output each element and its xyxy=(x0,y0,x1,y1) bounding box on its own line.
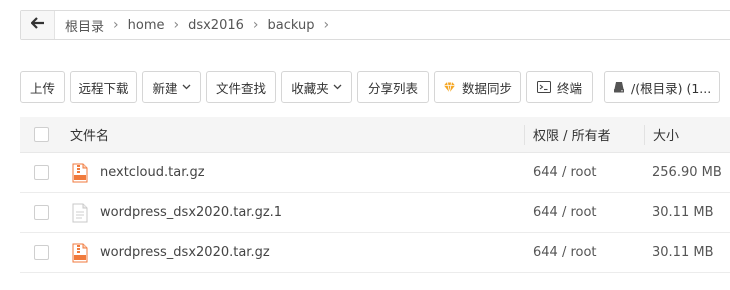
hard-drive-icon xyxy=(613,81,625,93)
row-checkbox[interactable] xyxy=(33,245,49,260)
remote-download-button[interactable]: 远程下载 xyxy=(70,71,137,103)
column-header-size[interactable]: 大小 xyxy=(644,124,730,145)
chevron-down-icon xyxy=(333,84,342,90)
file-permission[interactable]: 644 / root xyxy=(524,165,644,180)
breadcrumb-dsx2016[interactable]: dsx2016 xyxy=(188,18,244,33)
remote-download-label: 远程下载 xyxy=(78,80,129,96)
terminal-button[interactable]: 终端 xyxy=(526,71,593,103)
table-row[interactable]: wordpress_dsx2020.tar.gz.1 644 / root 30… xyxy=(20,193,730,233)
archive-icon xyxy=(72,243,88,263)
row-checkbox[interactable] xyxy=(33,165,49,180)
table-row[interactable]: wordpress_dsx2020.tar.gz 644 / root 30.1… xyxy=(20,233,730,273)
table-header: 文件名 权限 / 所有者 大小 xyxy=(20,117,730,153)
share-list-label: 分享列表 xyxy=(367,80,418,96)
file-search-label: 文件查找 xyxy=(215,80,266,96)
data-sync-label: 数据同步 xyxy=(462,80,513,96)
row-checkbox-cell xyxy=(20,165,62,180)
file-name[interactable]: wordpress_dsx2020.tar.gz xyxy=(100,245,270,260)
chevron-right-icon: › xyxy=(252,17,259,33)
arrow-left-icon xyxy=(30,17,45,33)
file-permission[interactable]: 644 / root xyxy=(524,245,644,260)
archive-icon xyxy=(72,163,88,183)
row-checkbox[interactable] xyxy=(33,205,49,220)
diamond-icon xyxy=(443,81,456,93)
breadcrumb-root[interactable]: 根目录 xyxy=(65,16,104,35)
chevron-down-icon xyxy=(182,84,191,90)
disk-label: /(根目录) (1... xyxy=(631,80,712,96)
chevron-right-icon: › xyxy=(323,17,330,33)
file-name[interactable]: wordpress_dsx2020.tar.gz.1 xyxy=(100,205,282,220)
toolbar: 上传 远程下载 新建 文件查找 收藏夹 分享列表 数据同步 终端 /(根目录) … xyxy=(20,71,725,103)
breadcrumb-backup[interactable]: backup xyxy=(268,18,315,33)
chevron-right-icon: › xyxy=(173,17,180,33)
file-size: 256.90 MB xyxy=(652,165,722,180)
path-bar: 根目录 › home › dsx2016 › backup › xyxy=(20,10,730,40)
table-row[interactable]: nextcloud.tar.gz 644 / root 256.90 MB xyxy=(20,153,730,193)
file-icon xyxy=(72,203,88,223)
select-all-cell xyxy=(20,127,62,142)
column-header-permission[interactable]: 权限 / 所有者 xyxy=(524,124,644,145)
row-checkbox-cell xyxy=(20,205,62,220)
disk-selector-button[interactable]: /(根目录) (1... xyxy=(604,71,720,103)
chevron-right-icon: › xyxy=(113,17,119,33)
file-table: 文件名 权限 / 所有者 大小 nextcloud.tar.gz 644 / r… xyxy=(20,117,730,273)
share-list-button[interactable]: 分享列表 xyxy=(357,71,429,103)
select-all-checkbox[interactable] xyxy=(33,127,49,142)
breadcrumb: 根目录 › home › dsx2016 › backup › xyxy=(55,16,338,35)
new-label: 新建 xyxy=(152,80,178,96)
favorites-label: 收藏夹 xyxy=(291,80,329,96)
file-name[interactable]: nextcloud.tar.gz xyxy=(100,165,205,180)
terminal-icon xyxy=(536,81,551,93)
file-permission[interactable]: 644 / root xyxy=(524,205,644,220)
file-name-cell: wordpress_dsx2020.tar.gz xyxy=(62,243,524,263)
upload-button[interactable]: 上传 xyxy=(20,71,65,103)
breadcrumb-home[interactable]: home xyxy=(128,18,165,33)
file-size: 30.11 MB xyxy=(652,245,714,260)
terminal-label: 终端 xyxy=(556,80,582,96)
file-name-cell: wordpress_dsx2020.tar.gz.1 xyxy=(62,203,524,223)
new-button[interactable]: 新建 xyxy=(142,71,201,103)
file-size: 30.11 MB xyxy=(652,205,714,220)
data-sync-button[interactable]: 数据同步 xyxy=(434,71,521,103)
file-search-button[interactable]: 文件查找 xyxy=(206,71,276,103)
column-header-name[interactable]: 文件名 xyxy=(62,125,524,144)
row-checkbox-cell xyxy=(20,245,62,260)
back-button[interactable] xyxy=(21,11,55,39)
favorites-button[interactable]: 收藏夹 xyxy=(281,71,352,103)
upload-label: 上传 xyxy=(29,80,55,96)
file-name-cell: nextcloud.tar.gz xyxy=(62,163,524,183)
